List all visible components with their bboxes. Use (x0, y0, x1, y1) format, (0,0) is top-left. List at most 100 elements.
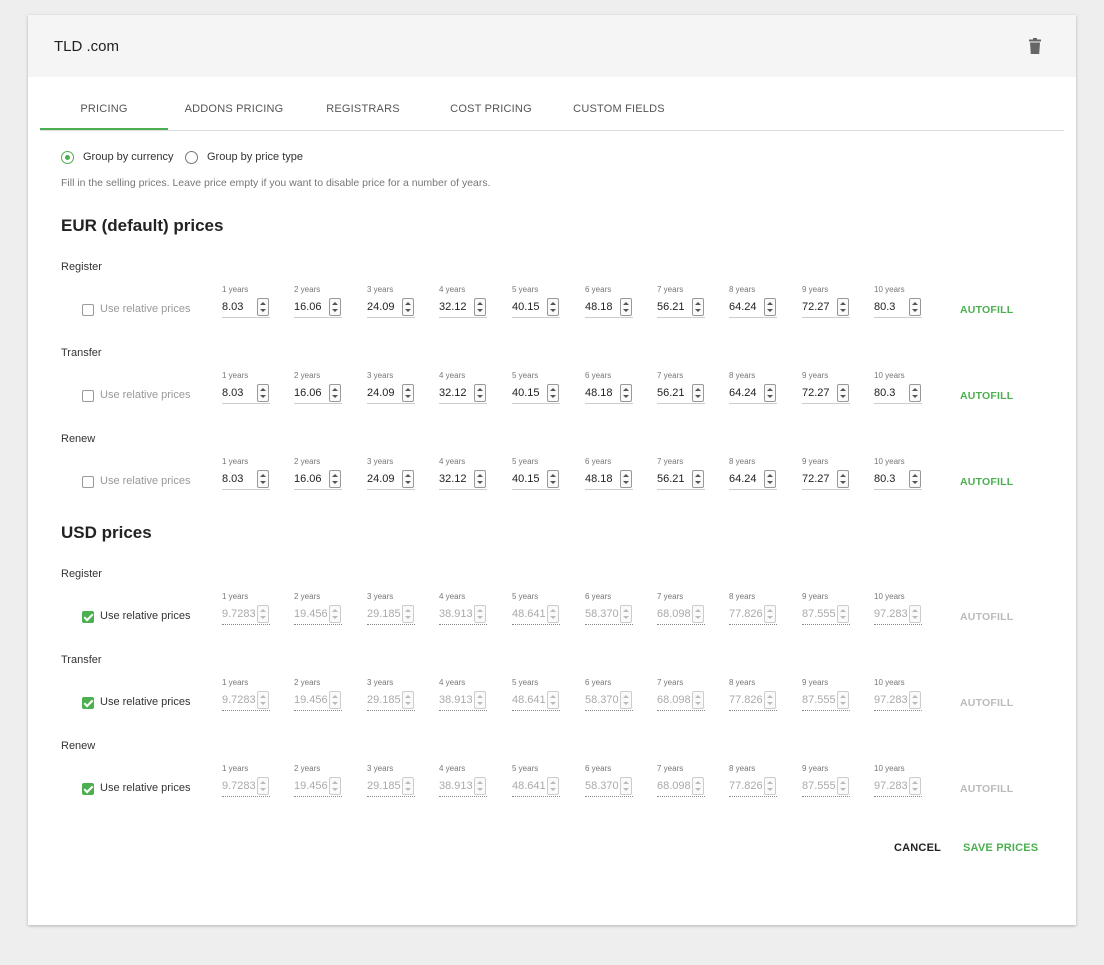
price-field[interactable]: 5 years 40.15 (512, 457, 560, 493)
price-value[interactable]: 97.283 (874, 608, 908, 620)
stepper-icon[interactable] (837, 691, 849, 709)
stepper-icon[interactable] (402, 605, 414, 623)
stepper-icon[interactable] (474, 691, 486, 709)
price-value[interactable]: 56.21 (657, 473, 685, 485)
tab-pricing[interactable]: PRICING (40, 103, 168, 115)
price-value[interactable]: 77.826 (729, 608, 763, 620)
price-value[interactable]: 19.456 (294, 780, 328, 792)
price-field[interactable]: 5 years 48.641 (512, 678, 560, 714)
stepper-icon[interactable] (474, 777, 486, 795)
stepper-icon[interactable] (692, 470, 704, 488)
tab-registrars[interactable]: REGISTRARS (299, 103, 427, 115)
price-field[interactable]: 9 years 87.555 (802, 678, 850, 714)
stepper-icon[interactable] (837, 384, 849, 402)
price-field[interactable]: 7 years 56.21 (657, 285, 705, 321)
price-value[interactable]: 16.06 (294, 387, 322, 399)
save-prices-button[interactable]: SAVE PRICES (963, 842, 1038, 854)
autofill-button[interactable]: AUTOFILL (960, 476, 1013, 488)
price-value[interactable]: 58.370 (585, 608, 619, 620)
price-field[interactable]: 2 years 16.06 (294, 457, 342, 493)
price-value[interactable]: 40.15 (512, 301, 540, 313)
price-field[interactable]: 8 years 64.24 (729, 285, 777, 321)
stepper-icon[interactable] (909, 470, 921, 488)
cancel-button[interactable]: CANCEL (894, 842, 941, 854)
stepper-icon[interactable] (837, 470, 849, 488)
price-field[interactable]: 6 years 58.370 (585, 678, 633, 714)
tab-cost-pricing[interactable]: COST PRICING (427, 103, 555, 115)
price-value[interactable]: 48.641 (512, 780, 546, 792)
price-value[interactable]: 19.456 (294, 694, 328, 706)
stepper-icon[interactable] (620, 298, 632, 316)
price-field[interactable]: 10 years 97.283 (874, 678, 922, 714)
stepper-icon[interactable] (329, 298, 341, 316)
price-value[interactable]: 8.03 (222, 473, 243, 485)
price-field[interactable]: 8 years 77.826 (729, 764, 777, 800)
stepper-icon[interactable] (620, 777, 632, 795)
price-field[interactable]: 9 years 87.555 (802, 764, 850, 800)
stepper-icon[interactable] (764, 298, 776, 316)
stepper-icon[interactable] (837, 298, 849, 316)
price-field[interactable]: 8 years 77.826 (729, 678, 777, 714)
price-field[interactable]: 4 years 38.913 (439, 592, 487, 628)
price-field[interactable]: 7 years 68.098 (657, 592, 705, 628)
price-value[interactable]: 29.185 (367, 694, 401, 706)
price-value[interactable]: 24.09 (367, 301, 395, 313)
tab-addons-pricing[interactable]: ADDONS PRICING (170, 103, 298, 115)
price-field[interactable]: 1 years 8.03 (222, 285, 270, 321)
stepper-icon[interactable] (329, 470, 341, 488)
stepper-icon[interactable] (402, 691, 414, 709)
price-field[interactable]: 3 years 24.09 (367, 371, 415, 407)
price-value[interactable]: 87.555 (802, 780, 836, 792)
price-value[interactable]: 32.12 (439, 473, 467, 485)
price-value[interactable]: 97.283 (874, 780, 908, 792)
stepper-icon[interactable] (474, 384, 486, 402)
price-field[interactable]: 5 years 40.15 (512, 285, 560, 321)
price-field[interactable]: 10 years 80.3 (874, 457, 922, 493)
price-value[interactable]: 80.3 (874, 301, 895, 313)
trash-icon[interactable] (1028, 38, 1042, 54)
price-field[interactable]: 8 years 77.826 (729, 592, 777, 628)
stepper-icon[interactable] (474, 605, 486, 623)
use-relative-prices-checkbox[interactable] (82, 390, 94, 402)
stepper-icon[interactable] (909, 691, 921, 709)
price-field[interactable]: 6 years 58.370 (585, 764, 633, 800)
price-value[interactable]: 40.15 (512, 473, 540, 485)
price-field[interactable]: 5 years 40.15 (512, 371, 560, 407)
price-field[interactable]: 1 years 9.7283 (222, 678, 270, 714)
price-value[interactable]: 16.06 (294, 473, 322, 485)
price-field[interactable]: 3 years 24.09 (367, 457, 415, 493)
use-relative-prices-checkbox[interactable] (82, 611, 94, 623)
price-field[interactable]: 4 years 38.913 (439, 678, 487, 714)
stepper-icon[interactable] (547, 691, 559, 709)
price-value[interactable]: 16.06 (294, 301, 322, 313)
stepper-icon[interactable] (329, 691, 341, 709)
use-relative-prices-checkbox[interactable] (82, 697, 94, 709)
stepper-icon[interactable] (620, 691, 632, 709)
price-field[interactable]: 7 years 56.21 (657, 371, 705, 407)
price-value[interactable]: 9.7283 (222, 608, 256, 620)
stepper-icon[interactable] (257, 298, 269, 316)
price-field[interactable]: 7 years 68.098 (657, 764, 705, 800)
price-value[interactable]: 80.3 (874, 473, 895, 485)
price-field[interactable]: 7 years 68.098 (657, 678, 705, 714)
autofill-button[interactable]: AUTOFILL (960, 697, 1013, 709)
price-value[interactable]: 87.555 (802, 608, 836, 620)
price-value[interactable]: 32.12 (439, 301, 467, 313)
price-value[interactable]: 29.185 (367, 608, 401, 620)
price-value[interactable]: 87.555 (802, 694, 836, 706)
stepper-icon[interactable] (620, 605, 632, 623)
price-field[interactable]: 1 years 8.03 (222, 457, 270, 493)
price-field[interactable]: 6 years 48.18 (585, 457, 633, 493)
price-value[interactable]: 48.18 (585, 473, 613, 485)
use-relative-prices-checkbox[interactable] (82, 304, 94, 316)
price-field[interactable]: 3 years 29.185 (367, 592, 415, 628)
price-value[interactable]: 48.641 (512, 694, 546, 706)
stepper-icon[interactable] (402, 470, 414, 488)
price-field[interactable]: 5 years 48.641 (512, 764, 560, 800)
price-value[interactable]: 68.098 (657, 694, 691, 706)
price-value[interactable]: 9.7283 (222, 694, 256, 706)
stepper-icon[interactable] (402, 384, 414, 402)
price-value[interactable]: 29.185 (367, 780, 401, 792)
stepper-icon[interactable] (909, 298, 921, 316)
price-value[interactable]: 77.826 (729, 780, 763, 792)
